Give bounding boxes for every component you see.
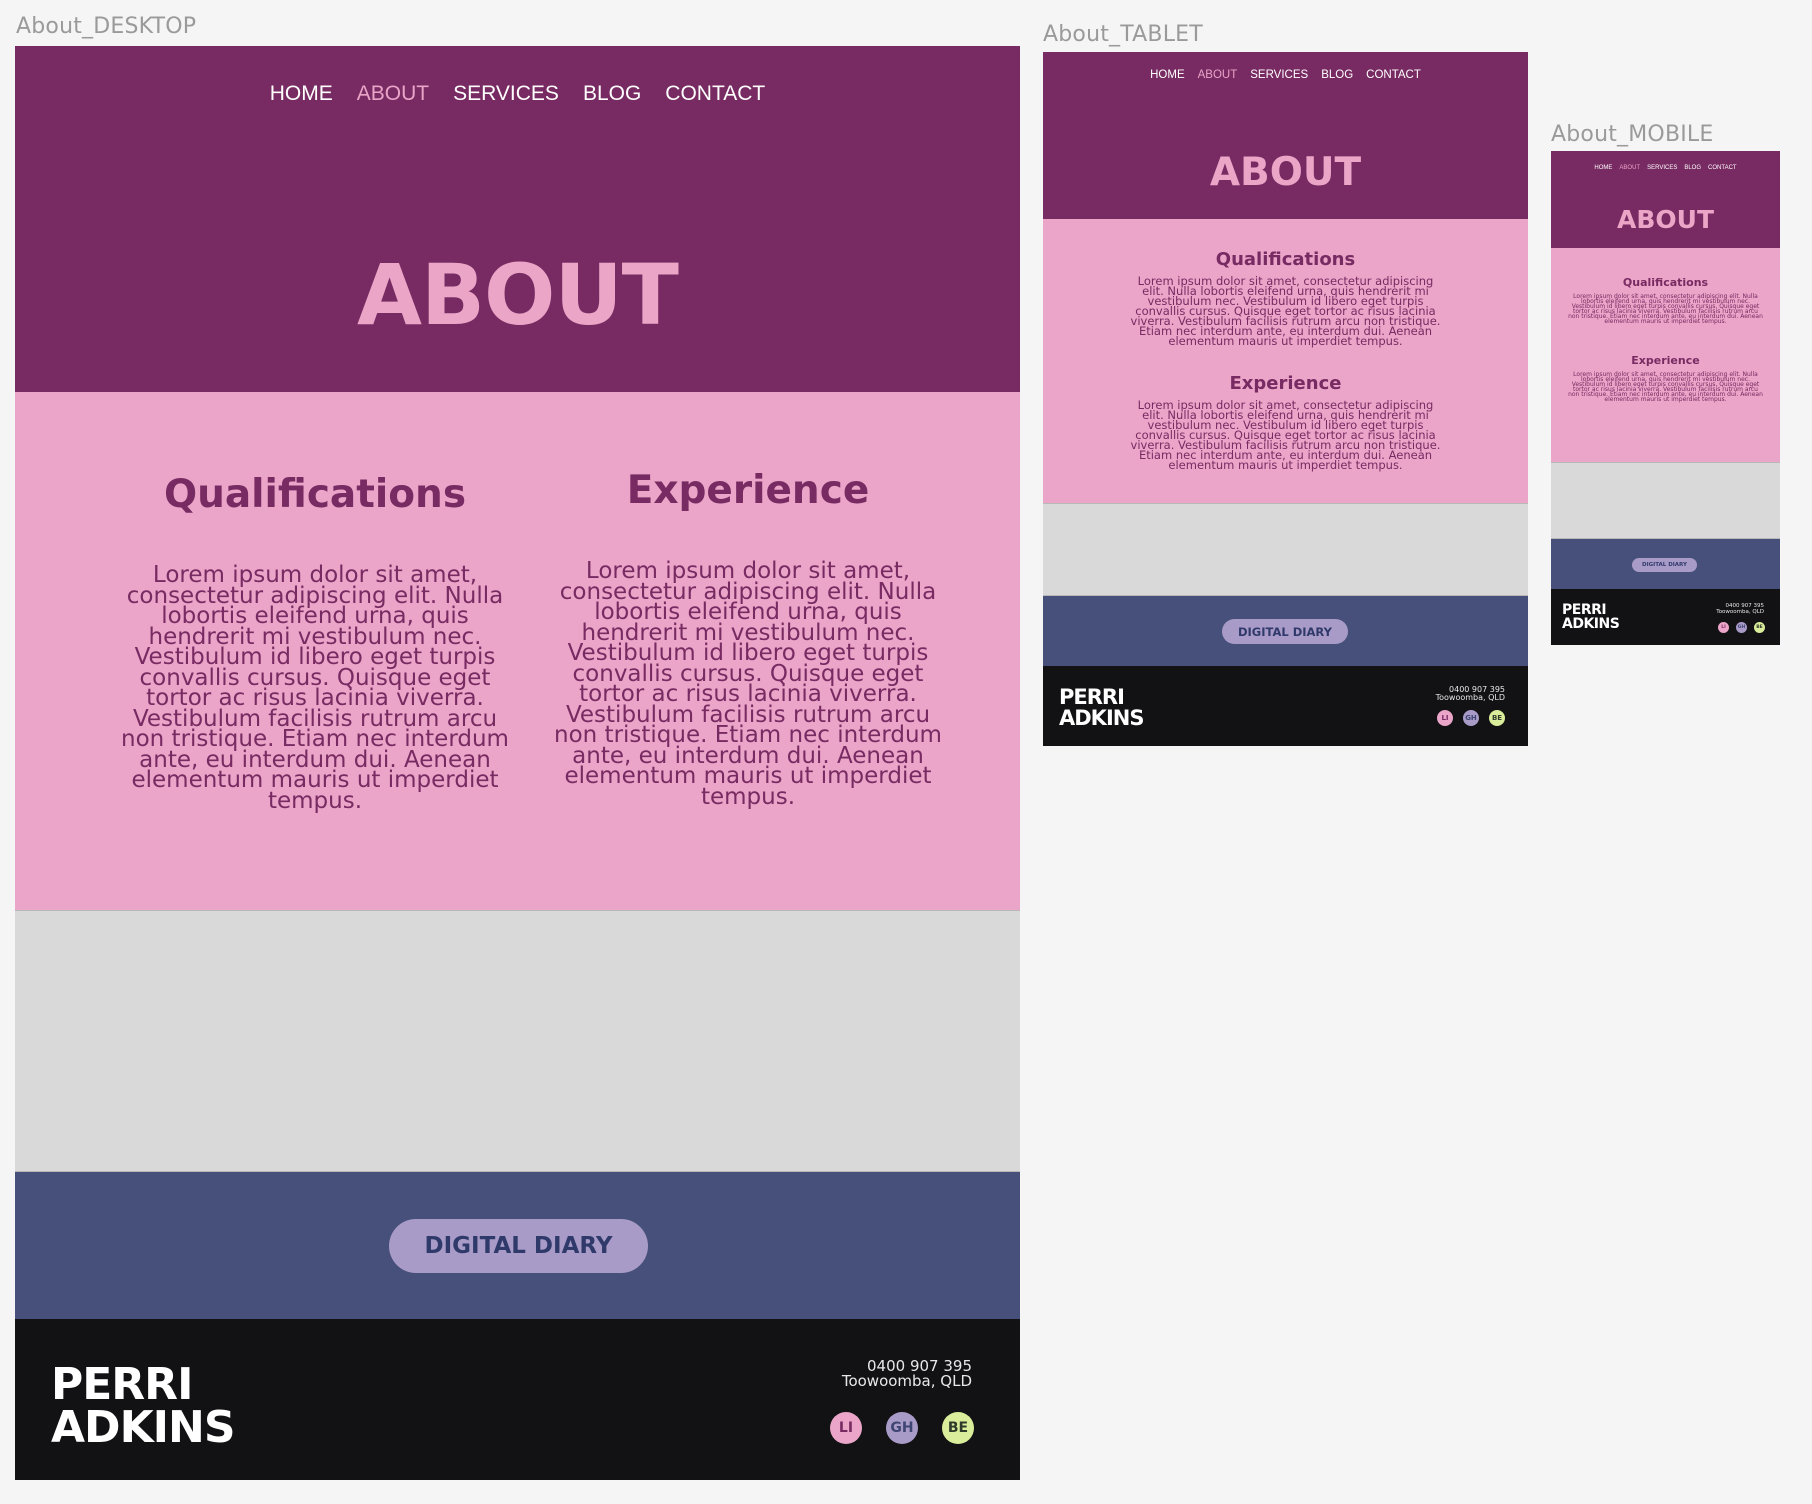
experience-title: Experience (1229, 373, 1342, 394)
experience-block: Experience Lorem ipsum dolor sit amet, c… (1551, 354, 1780, 403)
brand-first-name: PERRI (51, 1359, 193, 1410)
experience-text: Lorem ipsum dolor sit amet, consectetur … (554, 558, 942, 810)
hero-section: HOME ABOUT SERVICES BLOG CONTACT ABOUT (15, 46, 1020, 392)
nav-contact[interactable]: CONTACT (665, 82, 765, 106)
nav-home[interactable]: HOME (1150, 69, 1185, 81)
qualifications-title: Qualifications (1215, 249, 1356, 270)
brand-logo: PERRI ADKINS (1562, 603, 1620, 632)
social-links: LI GH BE (1437, 710, 1505, 726)
qualifications-block: Qualifications Lorem ipsum dolor sit ame… (1551, 248, 1780, 325)
hero-section: HOME ABOUT SERVICES BLOG CONTACT ABOUT (1551, 151, 1780, 248)
site-footer: PERRI ADKINS 0400 907 395 Toowoomba, QLD… (1043, 666, 1528, 746)
nav-blog[interactable]: BLOG (583, 82, 641, 106)
location: Toowoomba, QLD (1435, 693, 1505, 702)
brand-last-name: ADKINS (1059, 705, 1144, 730)
social-links: LI GH BE (830, 1412, 974, 1444)
experience-text: Lorem ipsum dolor sit amet, consectetur … (1568, 371, 1763, 403)
nav-services[interactable]: SERVICES (453, 82, 559, 106)
nav-about[interactable]: ABOUT (1198, 69, 1238, 81)
behance-icon[interactable]: BE (1489, 710, 1505, 726)
nav-about[interactable]: ABOUT (1619, 165, 1640, 171)
nav-home[interactable]: HOME (1594, 165, 1612, 171)
social-links: LI GH BE (1718, 622, 1765, 633)
image-placeholder (1043, 503, 1528, 596)
site-footer: PERRI ADKINS 0400 907 395 Toowoomba, QLD… (1551, 589, 1780, 645)
qualifications-column: Qualifications Lorem ipsum dolor sit ame… (120, 392, 510, 814)
location: Toowoomba, QLD (1716, 608, 1764, 615)
contact-info: 0400 907 395 Toowoomba, QLD (842, 1359, 972, 1389)
experience-title: Experience (1631, 354, 1700, 367)
digital-diary-button[interactable]: DIGITAL DIARY (389, 1219, 648, 1273)
desktop-frame: HOME ABOUT SERVICES BLOG CONTACT ABOUT Q… (15, 46, 1020, 1480)
nav-services[interactable]: SERVICES (1647, 165, 1677, 171)
hero-section: HOME ABOUT SERVICES BLOG CONTACT ABOUT (1043, 52, 1528, 219)
main-nav: HOME ABOUT SERVICES BLOG CONTACT (1551, 151, 1780, 171)
page-title: ABOUT (357, 246, 679, 344)
nav-home[interactable]: HOME (270, 82, 333, 106)
qualifications-block: Qualifications Lorem ipsum dolor sit ame… (1043, 219, 1528, 348)
location: Toowoomba, QLD (841, 1372, 972, 1390)
nav-blog[interactable]: BLOG (1321, 69, 1353, 81)
nav-blog[interactable]: BLOG (1684, 165, 1701, 171)
contact-info: 0400 907 395 Toowoomba, QLD (1436, 686, 1505, 702)
page-title: ABOUT (1209, 150, 1362, 195)
diary-band: DIGITAL DIARY (1551, 539, 1780, 589)
nav-contact[interactable]: CONTACT (1708, 165, 1737, 171)
experience-block: Experience Lorem ipsum dolor sit amet, c… (1043, 373, 1528, 472)
experience-title: Experience (626, 468, 870, 513)
main-nav: HOME ABOUT SERVICES BLOG CONTACT (15, 46, 1020, 106)
qualifications-text: Lorem ipsum dolor sit amet, consectetur … (1568, 293, 1763, 325)
frame-label-tablet: About_TABLET (1043, 22, 1203, 47)
main-nav: HOME ABOUT SERVICES BLOG CONTACT (1043, 52, 1528, 81)
brand-last-name: ADKINS (51, 1402, 236, 1454)
nav-about[interactable]: ABOUT (357, 82, 429, 106)
frame-label-mobile: About_MOBILE (1551, 122, 1714, 147)
qualifications-title: Qualifications (163, 472, 467, 517)
brand-first-name: PERRI (1059, 685, 1125, 709)
brand-logo: PERRI ADKINS (51, 1359, 236, 1454)
linkedin-icon[interactable]: LI (830, 1412, 862, 1444)
nav-contact[interactable]: CONTACT (1366, 69, 1421, 81)
brand-last-name: ADKINS (1562, 615, 1620, 632)
frame-label-desktop: About_DESKTOP (16, 14, 197, 39)
experience-text: Lorem ipsum dolor sit amet, consectetur … (1130, 398, 1441, 472)
linkedin-icon[interactable]: LI (1718, 622, 1729, 633)
github-icon[interactable]: GH (1463, 710, 1479, 726)
qualifications-title: Qualifications (1622, 276, 1709, 289)
qualifications-text: Lorem ipsum dolor sit amet, consectetur … (121, 562, 509, 814)
brand-logo: PERRI ADKINS (1059, 685, 1144, 730)
about-content: Qualifications Lorem ipsum dolor sit ame… (15, 392, 1020, 910)
diary-band: DIGITAL DIARY (15, 1172, 1020, 1319)
diary-band: DIGITAL DIARY (1043, 596, 1528, 666)
page-title: ABOUT (1616, 205, 1714, 234)
nav-services[interactable]: SERVICES (1250, 69, 1308, 81)
image-placeholder (15, 910, 1020, 1172)
about-content: Qualifications Lorem ipsum dolor sit ame… (1551, 248, 1780, 462)
digital-diary-button[interactable]: DIGITAL DIARY (1222, 619, 1348, 644)
linkedin-icon[interactable]: LI (1437, 710, 1453, 726)
contact-info: 0400 907 395 Toowoomba, QLD (1716, 603, 1764, 615)
experience-column: Experience Lorem ipsum dolor sit amet, c… (553, 392, 943, 810)
image-placeholder (1551, 462, 1780, 539)
mobile-frame: HOME ABOUT SERVICES BLOG CONTACT ABOUT Q… (1551, 151, 1780, 645)
behance-icon[interactable]: BE (942, 1412, 974, 1444)
tablet-frame: HOME ABOUT SERVICES BLOG CONTACT ABOUT Q… (1043, 52, 1528, 746)
site-footer: PERRI ADKINS 0400 907 395 Toowoomba, QLD… (15, 1319, 1020, 1480)
github-icon[interactable]: GH (1736, 622, 1747, 633)
behance-icon[interactable]: BE (1754, 622, 1765, 633)
github-icon[interactable]: GH (886, 1412, 918, 1444)
about-content: Qualifications Lorem ipsum dolor sit ame… (1043, 219, 1528, 503)
qualifications-text: Lorem ipsum dolor sit amet, consectetur … (1130, 274, 1441, 348)
digital-diary-button[interactable]: DIGITAL DIARY (1632, 558, 1697, 572)
